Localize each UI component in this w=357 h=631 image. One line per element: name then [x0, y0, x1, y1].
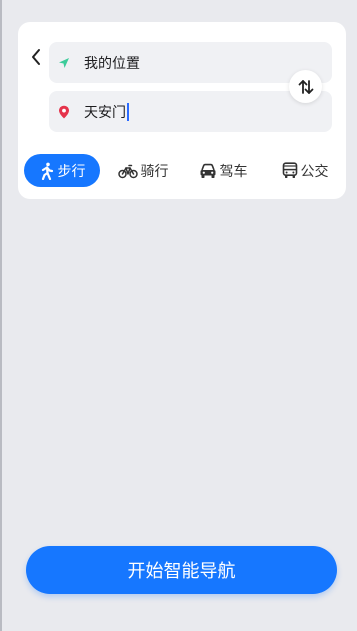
origin-value: 我的位置: [84, 55, 140, 72]
tab-bike[interactable]: 骑行: [114, 154, 172, 187]
destination-value: 天安门: [84, 104, 126, 121]
swap-route-button[interactable]: [289, 70, 322, 103]
tab-bus[interactable]: 公交: [276, 154, 334, 187]
chevron-left-icon: [32, 49, 40, 65]
tab-bus-label: 公交: [300, 163, 329, 180]
swap-vertical-icon: [298, 79, 313, 94]
destination-field[interactable]: 天安门: [49, 91, 332, 132]
start-navigation-button[interactable]: 开始智能导航: [26, 546, 337, 594]
bus-icon: [282, 162, 298, 179]
text-cursor: [127, 102, 129, 121]
tab-drive[interactable]: 驾车: [194, 154, 252, 187]
tab-drive-label: 驾车: [219, 163, 248, 180]
back-button[interactable]: [26, 46, 46, 68]
bike-icon: [117, 163, 138, 179]
walk-icon: [39, 162, 55, 180]
tab-walk[interactable]: 步行: [24, 154, 100, 187]
location-arrow-icon: [57, 56, 71, 70]
tab-walk-label: 步行: [57, 163, 86, 180]
route-planner-card: 我的位置 天安门 步行 骑行 驾车 公交: [18, 22, 346, 199]
app-screen: 我的位置 天安门 步行 骑行 驾车 公交 开始智能导航: [0, 0, 357, 631]
travel-mode-tabs: 步行 骑行 驾车 公交: [24, 154, 340, 187]
car-icon: [199, 163, 217, 179]
origin-field[interactable]: 我的位置: [49, 42, 332, 83]
map-pin-icon: [57, 105, 71, 119]
tab-bike-label: 骑行: [140, 163, 169, 180]
